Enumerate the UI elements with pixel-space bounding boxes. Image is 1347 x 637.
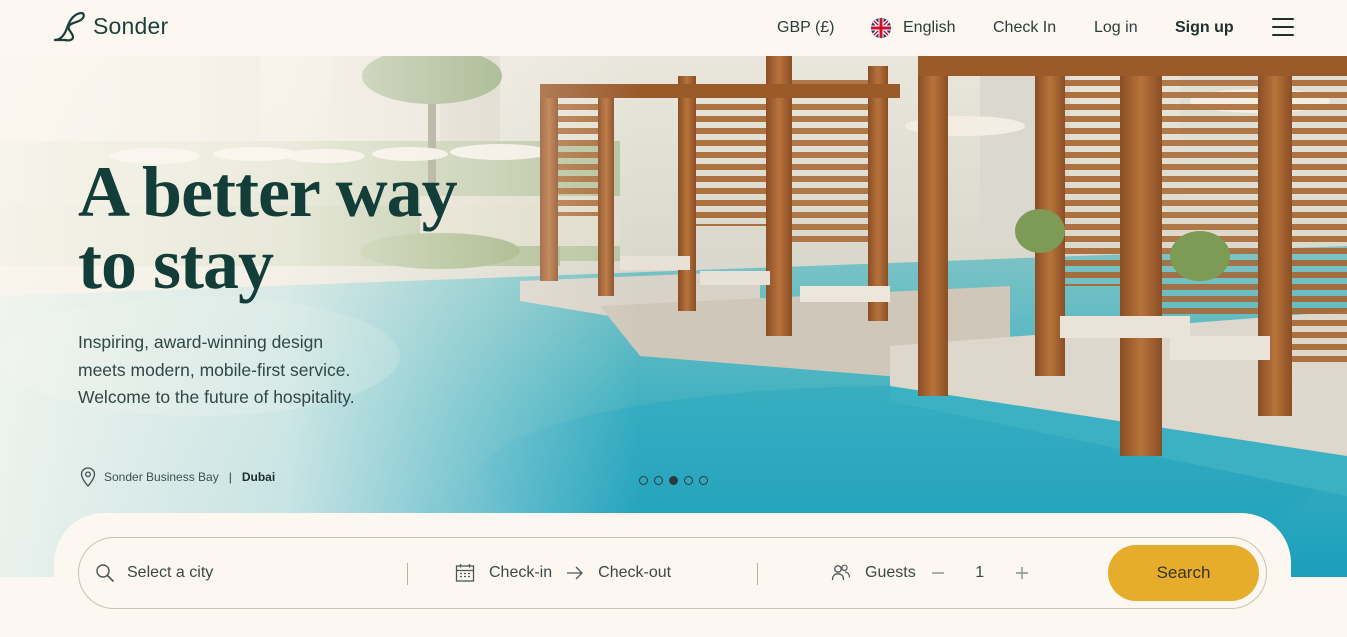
- language-selector[interactable]: English: [871, 0, 955, 56]
- search-button[interactable]: Search: [1108, 545, 1259, 601]
- arrow-right-icon: [567, 566, 584, 580]
- check-out-date[interactable]: Check-out: [598, 564, 671, 582]
- carousel-dot-5[interactable]: [699, 476, 708, 485]
- hero-section: A better way to stay Inspiring, award-wi…: [0, 56, 1347, 577]
- carousel-dot-1[interactable]: [639, 476, 648, 485]
- location-separator: |: [228, 470, 232, 484]
- subline-line-1: Inspiring, award-winning design: [78, 332, 324, 352]
- carousel-dot-2[interactable]: [654, 476, 663, 485]
- plus-icon: [1015, 567, 1028, 579]
- city-placeholder: Select a city: [127, 564, 214, 581]
- guests-selector: Guests 1: [831, 538, 1030, 608]
- guests-increment-button[interactable]: [1014, 565, 1030, 581]
- guests-label: Guests: [865, 564, 916, 581]
- log-in-link[interactable]: Log in: [1094, 0, 1138, 56]
- currency-selector[interactable]: GBP (£): [777, 0, 835, 56]
- check-in-date[interactable]: Check-in: [489, 564, 552, 582]
- sonder-logo-icon: [53, 11, 85, 42]
- minus-icon: [931, 572, 944, 574]
- subline-line-2: meets modern, mobile-first service.: [78, 359, 351, 380]
- hero-subline: Inspiring, award-winning design meets mo…: [78, 329, 418, 412]
- language-label: English: [903, 19, 956, 36]
- guests-count: 1: [975, 564, 985, 581]
- search-bar: Select a city Check-in Check-out Guests …: [78, 537, 1267, 609]
- location-name: Sonder Business Bay: [104, 470, 219, 484]
- sonder-logo[interactable]: Sonder: [51, 10, 168, 42]
- location-pin-icon: [80, 467, 96, 487]
- hero-text-overlay: [0, 56, 640, 577]
- subline-line-3: Welcome to the future of hospitality.: [78, 387, 355, 407]
- check-in-link[interactable]: Check In: [993, 0, 1056, 56]
- brand-name: Sonder: [93, 12, 169, 39]
- property-location[interactable]: Sonder Business Bay | Dubai: [80, 467, 275, 487]
- search-icon: [96, 564, 114, 582]
- site-header: Sonder GBP (£) English Check In Log in S…: [0, 0, 1347, 56]
- sign-up-link[interactable]: Sign up: [1175, 0, 1234, 56]
- headline-line-1: A better way: [78, 152, 458, 232]
- calendar-icon: [455, 564, 475, 582]
- hero-headline: A better way to stay: [78, 156, 458, 300]
- carousel-dots: [639, 476, 708, 485]
- guests-icon: [831, 564, 851, 581]
- guests-decrement-button[interactable]: [930, 565, 946, 581]
- city-selector[interactable]: Select a city: [95, 538, 213, 608]
- carousel-dot-3[interactable]: [669, 476, 678, 485]
- divider: [757, 563, 758, 585]
- divider: [407, 563, 408, 585]
- location-city: Dubai: [241, 470, 276, 484]
- headline-line-2: to stay: [78, 224, 274, 304]
- uk-flag-icon: [871, 18, 891, 38]
- carousel-dot-4[interactable]: [684, 476, 693, 485]
- date-selector[interactable]: Check-in Check-out: [455, 538, 671, 608]
- hamburger-menu-icon[interactable]: [1272, 18, 1294, 36]
